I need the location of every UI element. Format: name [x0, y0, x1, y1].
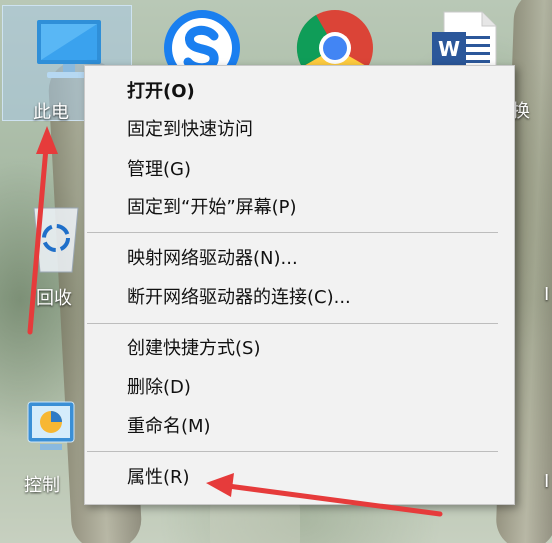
menu-item-map-network-drive[interactable]: 映射网络驱动器(N)... — [85, 242, 514, 276]
menu-item-manage[interactable]: 管理(G) — [85, 153, 514, 187]
menu-item-disconnect-network-drive[interactable]: 断开网络驱动器的连接(C)... — [85, 281, 514, 315]
control-panel-glyph-icon[interactable] — [26, 400, 76, 456]
svg-text:W: W — [438, 37, 460, 61]
desktop-icon-label-partial: I — [544, 471, 550, 492]
menu-item-delete[interactable]: 删除(D) — [85, 371, 514, 405]
menu-item-pin-start[interactable]: 固定到“开始”屏幕(P) — [85, 191, 514, 225]
desktop-icon-label: 控制 — [24, 475, 60, 496]
menu-separator — [87, 451, 498, 452]
menu-item-pin-quick-access[interactable]: 固定到快速访问 — [85, 113, 514, 147]
desktop-icon-label: 回收 — [36, 288, 72, 309]
menu-separator — [87, 323, 498, 324]
menu-item-open[interactable]: 打开(O) — [85, 75, 514, 109]
context-menu: 打开(O) 固定到快速访问 管理(G) 固定到“开始”屏幕(P) 映射网络驱动器… — [84, 65, 515, 505]
menu-separator — [87, 232, 498, 233]
desktop-icon-label-partial: I — [544, 284, 550, 305]
menu-item-rename[interactable]: 重命名(M) — [85, 410, 514, 444]
recycle-bin-glyph-icon[interactable] — [26, 196, 86, 276]
desktop-icon-label: 此电 — [33, 102, 69, 123]
menu-item-properties[interactable]: 属性(R) — [85, 461, 514, 495]
menu-item-create-shortcut[interactable]: 创建快捷方式(S) — [85, 332, 514, 366]
